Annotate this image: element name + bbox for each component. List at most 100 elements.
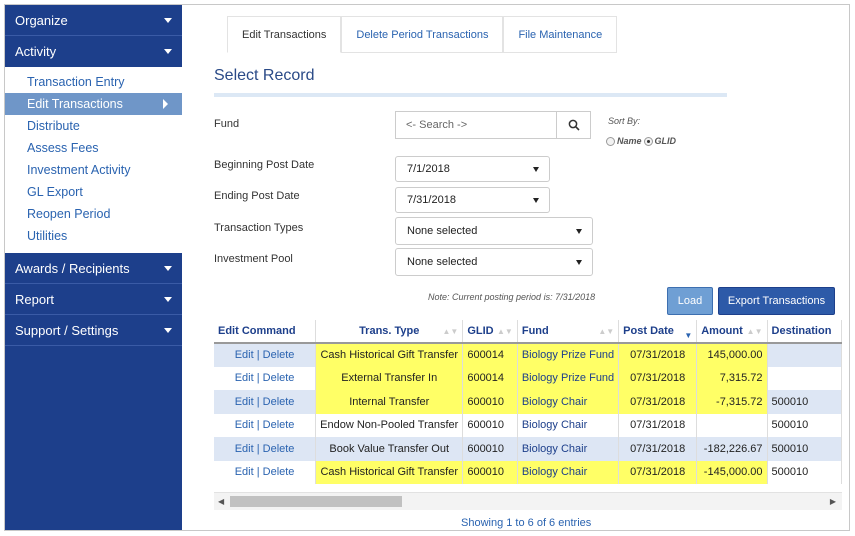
column-header-edit-command[interactable]: Edit Command bbox=[214, 320, 317, 344]
sidebar-item-investment-activity[interactable]: Investment Activity bbox=[5, 159, 182, 181]
sidebar-section-organize[interactable]: Organize bbox=[5, 5, 182, 36]
sort-glid-radio[interactable] bbox=[643, 136, 653, 146]
horizontal-scrollbar[interactable]: ◀ ▶ bbox=[214, 492, 842, 510]
edit-delete-links[interactable]: Edit | Delete bbox=[214, 460, 317, 484]
title-divider bbox=[214, 93, 727, 97]
sidebar-item-utilities[interactable]: Utilities bbox=[5, 225, 182, 247]
search-icon bbox=[568, 119, 580, 131]
trans-type-cell: Cash Historical Gift Transfer bbox=[315, 460, 464, 484]
end-date-value: 7/31/2018 bbox=[407, 194, 456, 206]
sort-name-radio[interactable] bbox=[606, 136, 615, 146]
load-button[interactable]: Load bbox=[667, 287, 713, 315]
glid-cell: 600010 bbox=[462, 390, 518, 414]
column-header-post-date[interactable]: Post Date ▼ bbox=[618, 320, 698, 344]
caret-down-icon bbox=[164, 265, 172, 271]
table-info: Showing 1 to 6 of 6 entries bbox=[461, 517, 592, 529]
column-header-label: Post Date bbox=[623, 325, 674, 337]
sidebar-item-reopen-period[interactable]: Reopen Period bbox=[5, 203, 182, 225]
scroll-left-icon[interactable]: ◀ bbox=[218, 497, 224, 506]
scrollbar-thumb[interactable] bbox=[230, 496, 402, 507]
search-input[interactable]: <- Search -> bbox=[396, 112, 556, 138]
investment-pool-select[interactable]: None selected bbox=[395, 248, 593, 276]
glid-cell: 600010 bbox=[462, 437, 518, 461]
destination-cell: 500010 bbox=[767, 460, 842, 484]
sidebar-item-distribute[interactable]: Distribute bbox=[5, 115, 182, 137]
edit-delete-links[interactable]: Edit | Delete bbox=[214, 343, 317, 367]
column-header-destination[interactable]: Destination bbox=[767, 320, 842, 344]
tab-edit-transactions[interactable]: Edit Transactions bbox=[227, 16, 342, 53]
begin-date-label: Beginning Post Date bbox=[214, 159, 315, 171]
transaction-types-select[interactable]: None selected bbox=[395, 217, 593, 245]
sidebar-section-support[interactable]: Support / Settings bbox=[5, 315, 182, 346]
sidebar-section-label: Report bbox=[15, 291, 55, 307]
tab-bar: Edit Transactions Delete Period Transact… bbox=[227, 16, 618, 53]
sidebar-item-gl-export[interactable]: GL Export bbox=[5, 181, 182, 203]
amount-cell: -145,000.00 bbox=[696, 460, 768, 484]
table-row: Edit | Delete Endow Non-Pooled Transfer … bbox=[214, 413, 842, 437]
caret-down-icon bbox=[164, 327, 172, 333]
end-date-label: Ending Post Date bbox=[214, 190, 300, 202]
activity-submenu: Transaction Entry Edit Transactions Dist… bbox=[5, 67, 182, 253]
glid-cell: 600014 bbox=[462, 343, 518, 367]
fund-cell: Biology Prize Fund bbox=[517, 366, 620, 390]
sidebar-section-label: Support / Settings bbox=[15, 322, 119, 338]
fund-cell: Biology Chair bbox=[517, 460, 620, 484]
edit-delete-links[interactable]: Edit | Delete bbox=[214, 437, 317, 461]
sort-icon: ▲▼ bbox=[598, 327, 615, 336]
sidebar-section-label: Awards / Recipients bbox=[15, 260, 130, 276]
table-row: Edit | Delete Internal Transfer 600010 B… bbox=[214, 390, 842, 414]
begin-date-select[interactable]: 7/1/2018 bbox=[395, 156, 550, 182]
posting-period-note: Note: Current posting period is: 7/31/20… bbox=[428, 292, 596, 302]
export-transactions-button[interactable]: Export Transactions bbox=[718, 287, 835, 315]
dropdown-arrow-icon bbox=[533, 198, 539, 203]
trans-type-cell: Cash Historical Gift Transfer bbox=[315, 343, 464, 367]
sidebar-item-label: Edit Transactions bbox=[27, 97, 123, 111]
destination-cell: 500010 bbox=[767, 413, 842, 437]
transaction-types-value: None selected bbox=[407, 225, 478, 237]
amount-cell: -182,226.67 bbox=[696, 437, 768, 461]
sidebar-item-transaction-entry[interactable]: Transaction Entry bbox=[5, 71, 182, 93]
destination-cell bbox=[767, 343, 842, 367]
sort-icon: ▲▼ bbox=[746, 327, 763, 336]
destination-cell bbox=[767, 366, 842, 390]
sort-icon: ▲▼ bbox=[442, 327, 459, 336]
sidebar-section-activity[interactable]: Activity bbox=[5, 36, 182, 67]
fund-cell: Biology Chair bbox=[517, 390, 620, 414]
post-date-cell: 07/31/2018 bbox=[618, 366, 698, 390]
investment-pool-label: Investment Pool bbox=[214, 253, 293, 265]
search-button[interactable] bbox=[556, 112, 590, 138]
column-header-trans-type[interactable]: Trans. Type ▲▼ bbox=[315, 320, 464, 344]
edit-delete-links[interactable]: Edit | Delete bbox=[214, 366, 317, 390]
edit-delete-links[interactable]: Edit | Delete bbox=[214, 413, 317, 437]
post-date-cell: 07/31/2018 bbox=[618, 460, 698, 484]
column-header-label: Fund bbox=[521, 325, 549, 337]
tab-file-maintenance[interactable]: File Maintenance bbox=[503, 16, 618, 53]
caret-down-icon bbox=[164, 17, 172, 23]
caret-down-icon bbox=[164, 49, 172, 54]
column-header-label: Trans. Type bbox=[359, 325, 420, 337]
sort-glid-label: GLID bbox=[654, 136, 677, 146]
fund-label: Fund bbox=[214, 118, 240, 130]
table-header-row: Edit Command Trans. Type ▲▼ GLID ▲▼ Fund ▲▼… bbox=[214, 320, 842, 344]
sidebar-item-edit-transactions[interactable]: Edit Transactions bbox=[5, 93, 182, 115]
tab-delete-period-transactions[interactable]: Delete Period Transactions bbox=[341, 16, 504, 53]
transaction-types-label: Transaction Types bbox=[214, 222, 304, 234]
scroll-right-icon[interactable]: ▶ bbox=[830, 497, 836, 506]
end-date-select[interactable]: 7/31/2018 bbox=[395, 187, 550, 213]
column-header-fund[interactable]: Fund ▲▼ bbox=[517, 320, 620, 344]
sort-desc-icon: ▼ bbox=[684, 331, 693, 340]
edit-delete-links[interactable]: Edit | Delete bbox=[214, 390, 317, 414]
destination-cell: 500010 bbox=[767, 390, 842, 414]
sidebar-section-report[interactable]: Report bbox=[5, 284, 182, 315]
table-row: Edit | Delete Cash Historical Gift Trans… bbox=[214, 343, 842, 367]
column-header-glid[interactable]: GLID ▲▼ bbox=[462, 320, 518, 344]
column-header-amount[interactable]: Amount ▲▼ bbox=[696, 320, 768, 344]
sidebar-section-label: Activity bbox=[15, 44, 57, 59]
sidebar-item-assess-fees[interactable]: Assess Fees bbox=[5, 137, 182, 159]
fund-search-field[interactable]: <- Search -> bbox=[395, 111, 591, 139]
table-row: Edit | Delete External Transfer In 60001… bbox=[214, 366, 842, 390]
post-date-cell: 07/31/2018 bbox=[618, 390, 698, 414]
page-title: Select Record bbox=[214, 67, 315, 84]
sidebar-section-awards[interactable]: Awards / Recipients bbox=[5, 253, 182, 284]
post-date-cell: 07/31/2018 bbox=[618, 343, 698, 367]
